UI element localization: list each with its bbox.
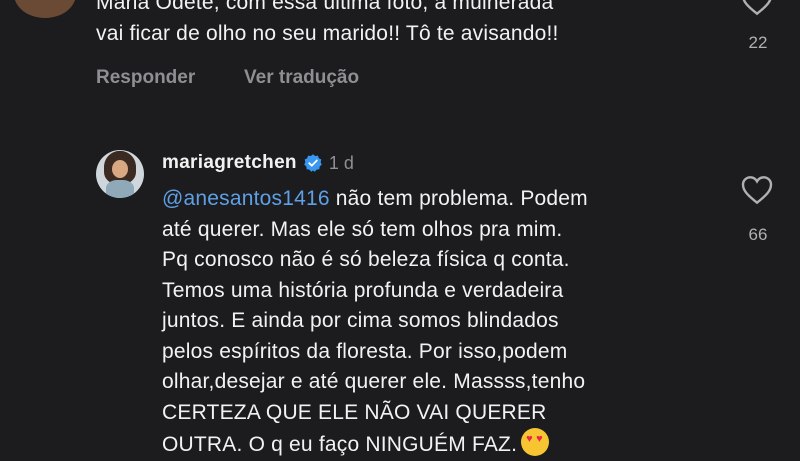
mariagretchen-avatar[interactable] [96, 150, 144, 198]
heart-eyes-emoji: ♥ ♥ [521, 428, 550, 456]
username[interactable]: mariagretchen [162, 152, 297, 174]
comment-time: 1 d [328, 152, 354, 173]
commenter-avatar[interactable] [14, 0, 76, 18]
translate-button[interactable]: Ver tradução [244, 67, 359, 89]
verified-badge-icon [304, 154, 322, 172]
comment-header: mariagretchen 1 d [162, 152, 354, 174]
heart-icon[interactable] [741, 0, 773, 16]
like-count: 66 [748, 225, 768, 244]
like-count: 22 [748, 33, 768, 52]
comment-text: @anesantos1416 não tem problema. Podem a… [162, 184, 742, 461]
comment-text: Maria Odete, com essa última foto, a mul… [96, 0, 559, 45]
heart-icon[interactable] [741, 175, 773, 205]
mention-link[interactable]: @anesantos1416 [162, 187, 330, 210]
comment-body: não tem problema. Podem até querer. Mas … [162, 187, 588, 456]
reply-button[interactable]: Responder [96, 67, 195, 89]
